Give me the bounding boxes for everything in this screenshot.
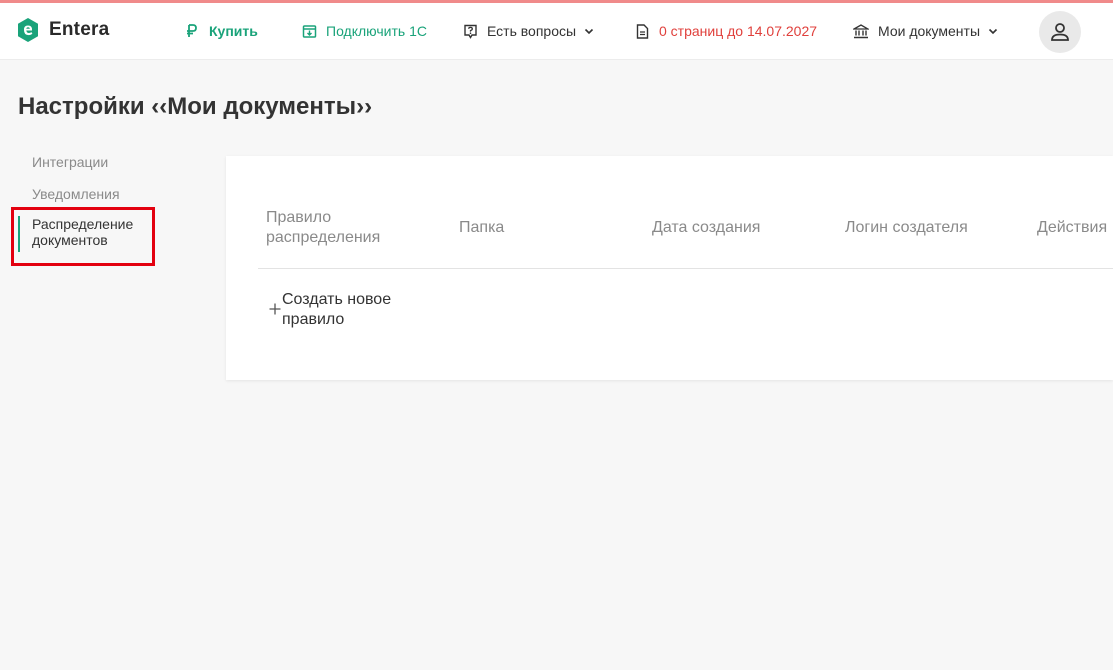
connect-1c-button[interactable]: Подключить 1С xyxy=(301,19,427,43)
page-title: Настройки ‹‹Мои документы›› xyxy=(18,93,373,120)
sidebar-item-integrations[interactable]: Интеграции xyxy=(32,154,108,170)
questions-menu[interactable]: Есть вопросы xyxy=(462,19,595,43)
my-documents-label: Мои документы xyxy=(878,23,981,39)
pages-balance-link[interactable]: 0 страниц до 14.07.2027 xyxy=(634,19,817,43)
entera-logo-icon xyxy=(18,18,38,42)
buy-button[interactable]: Купить xyxy=(184,19,258,43)
questions-label: Есть вопросы xyxy=(487,23,577,39)
help-icon xyxy=(462,23,478,39)
column-header-login: Логин создателя xyxy=(845,219,968,236)
app-header: Entera Купить Подключить 1С Есть вопросы… xyxy=(0,3,1113,60)
column-header-rule: Правило распределения xyxy=(266,209,381,246)
column-header-actions: Действия xyxy=(1037,219,1108,236)
chevron-down-icon xyxy=(987,25,999,37)
institution-icon xyxy=(853,23,869,39)
create-rule-button[interactable]: Создать новое правило xyxy=(268,290,428,330)
document-icon xyxy=(634,23,650,39)
create-rule-label: Создать новое правило xyxy=(282,291,392,328)
column-header-date: Дата создания xyxy=(652,219,761,236)
logo[interactable]: Entera xyxy=(17,16,109,44)
sidebar-item-notifications[interactable]: Уведомления xyxy=(32,186,120,202)
ruble-icon xyxy=(184,23,200,39)
column-header-folder: Папка xyxy=(459,219,505,236)
pages-balance-label: 0 страниц до 14.07.2027 xyxy=(659,23,818,39)
table-divider xyxy=(258,268,1113,269)
chevron-down-icon xyxy=(583,25,595,37)
logo-text: Entera xyxy=(49,19,110,40)
plus-icon xyxy=(268,300,282,320)
user-icon xyxy=(1051,23,1069,41)
connect-1c-label: Подключить 1С xyxy=(326,23,427,39)
user-avatar-button[interactable] xyxy=(1039,11,1081,53)
rules-table-card: Правило распределения Папка Дата создани… xyxy=(226,156,1113,380)
archive-download-icon xyxy=(301,23,317,39)
sidebar-item-document-distribution[interactable]: Распределение документов xyxy=(18,216,154,252)
buy-label: Купить xyxy=(209,23,258,39)
my-documents-menu[interactable]: Мои документы xyxy=(853,19,999,43)
